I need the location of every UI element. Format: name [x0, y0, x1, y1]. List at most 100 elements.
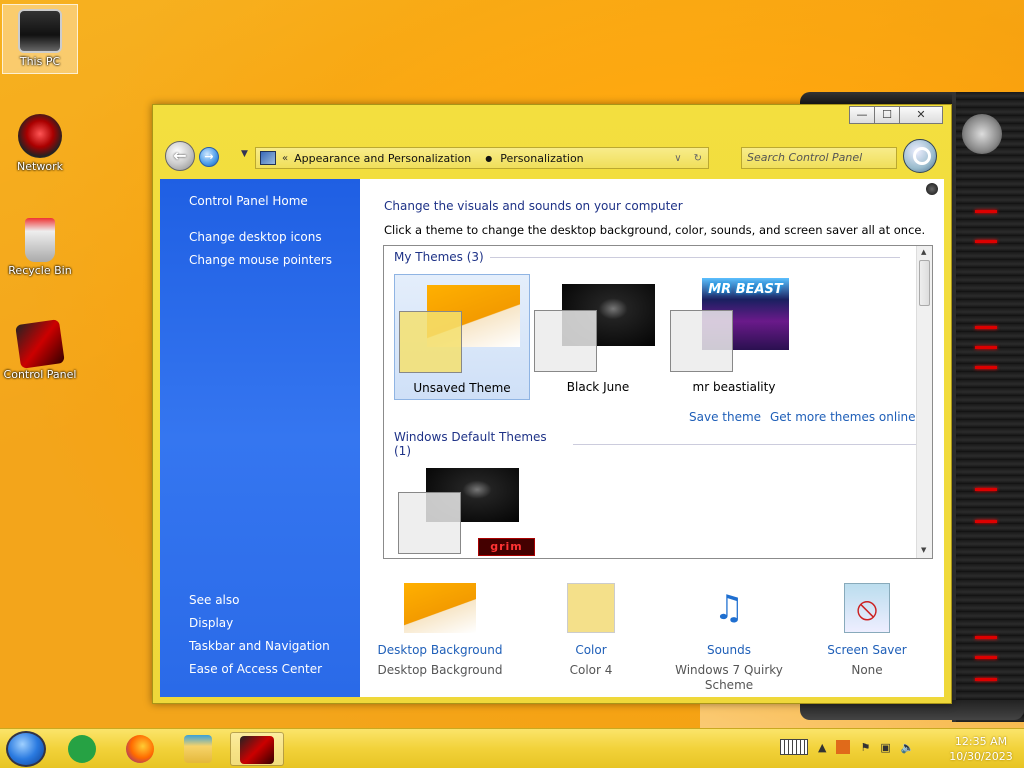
- search-input[interactable]: Search Control Panel: [741, 147, 897, 169]
- theme-color-swatch: [670, 310, 733, 372]
- close-button[interactable]: ✕: [899, 106, 943, 124]
- option-title[interactable]: Sounds: [664, 643, 794, 657]
- my-themes-heading: My Themes (3): [394, 250, 900, 264]
- theme-name: Black June: [566, 380, 630, 394]
- option-title[interactable]: Desktop Background: [370, 643, 510, 657]
- breadcrumb-appearance[interactable]: Appearance and Personalization: [294, 152, 471, 165]
- gadget-led: [975, 636, 997, 639]
- app-tray-icon[interactable]: [836, 740, 851, 754]
- recent-pages-dropdown-icon[interactable]: ▼: [241, 149, 248, 159]
- change-mouse-pointers-link[interactable]: Change mouse pointers: [189, 253, 332, 267]
- touch-keyboard-icon[interactable]: [780, 739, 808, 755]
- start-button[interactable]: [6, 731, 46, 767]
- breadcrumb-chevrons[interactable]: «: [282, 153, 288, 164]
- change-desktop-icons-link[interactable]: Change desktop icons: [189, 230, 322, 244]
- search-icon[interactable]: [903, 139, 937, 173]
- desktop-icon-this-pc[interactable]: This PC: [2, 4, 78, 74]
- theme-unsaved[interactable]: Unsaved Theme: [394, 274, 530, 400]
- theme-color-swatch: [399, 311, 462, 373]
- control-panel-home-link[interactable]: Control Panel Home: [189, 194, 308, 208]
- page-description: Click a theme to change the desktop back…: [384, 223, 926, 237]
- desktop-icon-control-panel[interactable]: Control Panel: [2, 318, 78, 381]
- desktop-icon-recycle-bin[interactable]: Recycle Bin: [2, 214, 78, 277]
- control-panel-icon: [15, 319, 65, 369]
- taskbar-app-firefox[interactable]: [118, 732, 162, 766]
- theme-default[interactable]: grim: [394, 456, 535, 558]
- display-link[interactable]: Display: [189, 616, 233, 630]
- taskbar: ▲ ⚑ ▣ 🔈 12:35 AM 10/30/2023: [0, 728, 1024, 768]
- option-subtitle: None: [851, 663, 883, 677]
- divider: [573, 443, 932, 445]
- scroll-thumb[interactable]: [919, 260, 930, 306]
- address-bar[interactable]: « Appearance and Personalization ● Perso…: [255, 147, 709, 169]
- sounds-option[interactable]: ♫ Sounds Windows 7 Quirky Scheme: [664, 583, 794, 693]
- window-controls: — ☐ ✕: [849, 106, 943, 124]
- volume-icon[interactable]: 🔈: [901, 741, 915, 754]
- theme-color-swatch: [534, 310, 597, 372]
- desktop-background-icon: [404, 583, 476, 633]
- screen-saver-option[interactable]: ⦸ Screen Saver None: [802, 583, 932, 678]
- beast-art-text: MR BEAST: [708, 282, 783, 297]
- gadget-led: [975, 366, 997, 369]
- alien-head-icon[interactable]: [962, 114, 1002, 154]
- gadget-led: [975, 346, 997, 349]
- gadget-led: [975, 488, 997, 491]
- network-icon: [18, 114, 62, 158]
- address-dropdown-icon[interactable]: ∨: [674, 153, 681, 164]
- theme-list-scrollbar[interactable]: ▲ ▼: [916, 246, 932, 558]
- maximize-button[interactable]: ☐: [874, 106, 900, 124]
- desktop-icon-label: Recycle Bin: [8, 264, 72, 277]
- recycle-bin-icon: [25, 218, 55, 262]
- gadget-led: [975, 520, 997, 523]
- divider: [489, 256, 900, 258]
- scroll-up-icon[interactable]: ▲: [921, 248, 926, 256]
- color-option[interactable]: Color Color 4: [526, 583, 656, 678]
- option-subtitle: Desktop Background: [377, 663, 503, 677]
- back-button[interactable]: ←: [165, 141, 195, 171]
- theme-name: Unsaved Theme: [413, 381, 511, 395]
- personalization-window: — ☐ ✕ ← → ▼ « Appearance and Personaliza…: [152, 104, 952, 704]
- scroll-down-icon[interactable]: ▼: [921, 546, 926, 554]
- gadget-led: [975, 326, 997, 329]
- desktop-icon-label: Network: [17, 160, 63, 173]
- firefox-icon: [126, 735, 154, 763]
- option-title[interactable]: Color: [526, 643, 656, 657]
- clock-date: 10/30/2023: [949, 750, 1013, 763]
- save-theme-link[interactable]: Save theme: [689, 410, 761, 424]
- help-icon[interactable]: [926, 183, 938, 195]
- sounds-icon: ♫: [713, 588, 745, 628]
- control-panel-icon: [240, 736, 274, 764]
- clock[interactable]: 12:35 AM 10/30/2023: [944, 734, 1018, 764]
- clock-time: 12:35 AM: [954, 735, 1008, 748]
- alienware-gadget: [952, 92, 1024, 722]
- see-also-heading: See also: [189, 593, 240, 607]
- ease-of-access-link[interactable]: Ease of Access Center: [189, 662, 322, 676]
- network-status-icon[interactable]: ▣: [880, 741, 890, 754]
- screen-saver-icon: ⦸: [844, 583, 890, 633]
- refresh-icon[interactable]: ↻: [694, 153, 702, 164]
- taskbar-navigation-link[interactable]: Taskbar and Navigation: [189, 639, 330, 653]
- forward-button[interactable]: →: [199, 147, 219, 167]
- breadcrumb-separator[interactable]: ●: [485, 154, 492, 163]
- minimize-button[interactable]: —: [849, 106, 875, 124]
- option-title[interactable]: Screen Saver: [802, 643, 932, 657]
- taskbar-app-notes[interactable]: [60, 732, 104, 766]
- theme-mr-beastiality[interactable]: MR BEAST mr beastiality: [666, 274, 802, 400]
- taskbar-app-file-explorer[interactable]: [176, 732, 220, 766]
- taskbar-app-control-panel[interactable]: [230, 732, 284, 766]
- default-themes-heading: Windows Default Themes (1): [394, 430, 932, 458]
- theme-black-june[interactable]: Black June: [530, 274, 666, 400]
- show-hidden-icons-icon[interactable]: ▲: [818, 741, 826, 754]
- theme-color-swatch: [398, 492, 461, 554]
- breadcrumb-personalization[interactable]: Personalization: [500, 152, 583, 165]
- file-explorer-icon: [184, 735, 212, 763]
- grim-badge: grim: [478, 538, 535, 556]
- desktop-background-option[interactable]: Desktop Background Desktop Background: [370, 583, 510, 678]
- navigation-bar: ← → ▼ « Appearance and Personalization ●…: [163, 139, 939, 175]
- flag-icon[interactable]: ⚑: [860, 741, 870, 754]
- page-title: Change the visuals and sounds on your co…: [384, 199, 683, 213]
- get-more-themes-link[interactable]: Get more themes online: [770, 410, 916, 424]
- gadget-led: [975, 210, 997, 213]
- my-themes-heading-label: My Themes (3): [394, 250, 484, 264]
- desktop-icon-network[interactable]: Network: [2, 110, 78, 173]
